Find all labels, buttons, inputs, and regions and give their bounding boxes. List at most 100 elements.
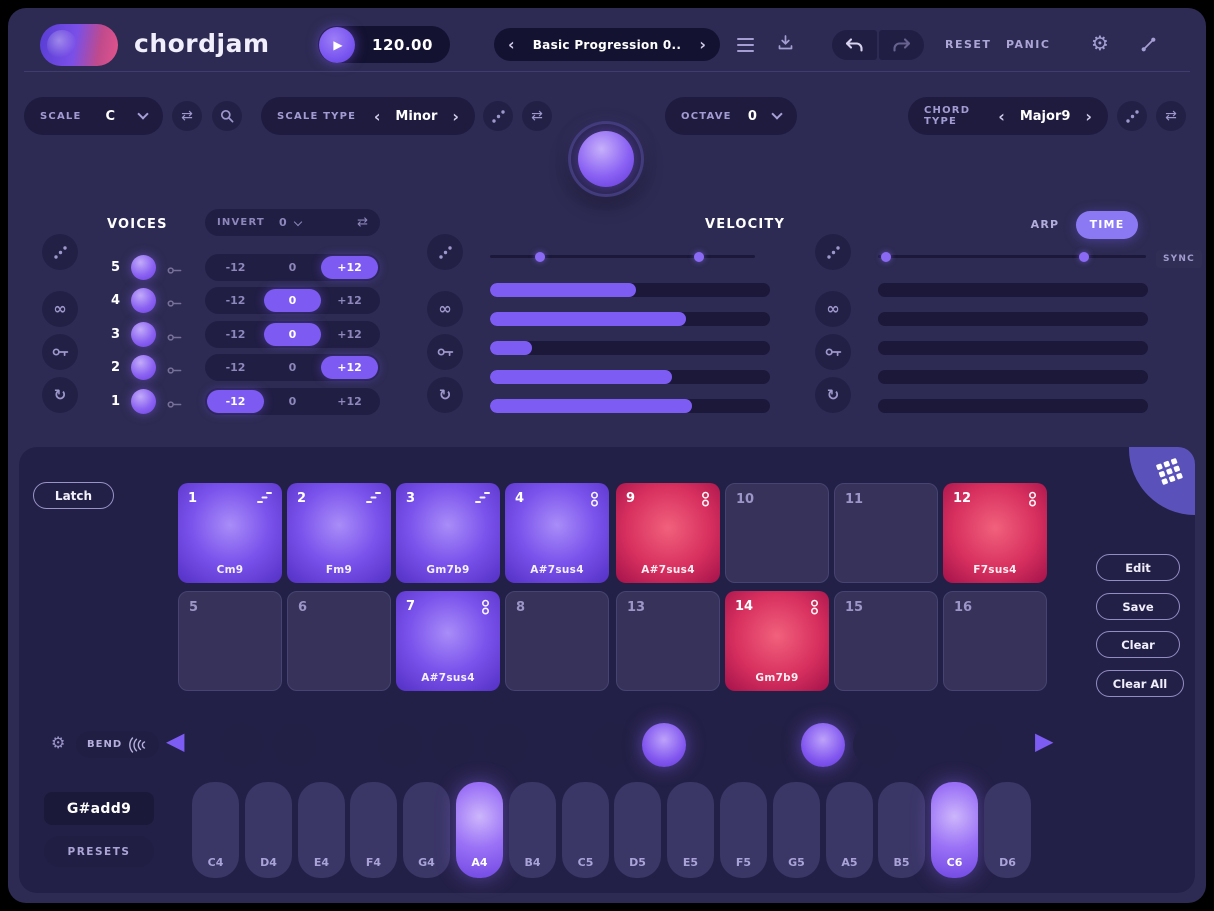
- pad-16[interactable]: 16: [943, 591, 1047, 691]
- pad-13[interactable]: 13: [616, 591, 720, 691]
- white-key[interactable]: D4: [245, 782, 292, 878]
- key-link-icon[interactable]: [167, 395, 182, 414]
- transpose-option[interactable]: 0: [264, 256, 321, 279]
- white-key[interactable]: C6: [931, 782, 978, 878]
- scale-type-selector[interactable]: SCALE TYPE ‹ Minor ›: [261, 97, 475, 135]
- time-key-lock-button[interactable]: [815, 334, 851, 370]
- transpose-option[interactable]: -12: [207, 323, 264, 346]
- range-handle[interactable]: [1079, 252, 1089, 262]
- velocity-randomize-button[interactable]: [427, 234, 463, 270]
- latch-button[interactable]: Latch: [33, 482, 114, 509]
- pad-12[interactable]: 12 F7sus4: [943, 483, 1047, 583]
- transpose-option[interactable]: -12: [207, 256, 264, 279]
- transpose-option[interactable]: 0: [264, 323, 321, 346]
- pad-4[interactable]: 4 A#7sus4: [505, 483, 609, 583]
- pad-8[interactable]: 8: [505, 591, 609, 691]
- velocity-range-slider[interactable]: [490, 255, 755, 258]
- time-reset-button[interactable]: ↻: [815, 377, 851, 413]
- black-key[interactable]: [590, 723, 634, 767]
- time-bar[interactable]: [878, 341, 1148, 355]
- white-key[interactable]: D6: [984, 782, 1031, 878]
- range-handle[interactable]: [881, 252, 891, 262]
- voice-toggle[interactable]: [131, 355, 156, 380]
- pad-1[interactable]: 1 Cm9: [178, 483, 282, 583]
- white-key[interactable]: G4: [403, 782, 450, 878]
- velocity-bar[interactable]: [490, 370, 770, 384]
- white-key[interactable]: D5: [614, 782, 661, 878]
- white-key[interactable]: E5: [667, 782, 714, 878]
- white-key[interactable]: G5: [773, 782, 820, 878]
- invert-control[interactable]: INVERT 0 ⇄: [205, 209, 380, 236]
- white-key[interactable]: A5: [826, 782, 873, 878]
- scale-selector[interactable]: SCALE C: [24, 97, 163, 135]
- black-key[interactable]: [642, 723, 686, 767]
- pad-14[interactable]: 14 Gm7b9: [725, 591, 829, 691]
- chord-type-selector[interactable]: CHORD TYPE ‹ Major9 ›: [908, 97, 1108, 135]
- download-icon[interactable]: [777, 34, 794, 55]
- velocity-bar[interactable]: [490, 312, 770, 326]
- key-link-icon[interactable]: [167, 294, 182, 313]
- chevron-right-icon[interactable]: ›: [699, 35, 706, 54]
- redo-button[interactable]: [879, 30, 924, 60]
- transpose-option[interactable]: +12: [321, 289, 378, 312]
- gear-icon[interactable]: ⚙: [1091, 33, 1109, 53]
- voice-toggle[interactable]: [131, 322, 156, 347]
- save-button[interactable]: Save: [1096, 593, 1180, 620]
- time-randomize-button[interactable]: [815, 234, 851, 270]
- range-handle[interactable]: [694, 252, 704, 262]
- velocity-key-lock-button[interactable]: [427, 334, 463, 370]
- transpose-option[interactable]: 0: [264, 356, 321, 379]
- transpose-option[interactable]: 0: [264, 390, 321, 413]
- black-key[interactable]: [431, 723, 475, 767]
- tab-time[interactable]: TIME: [1076, 211, 1138, 239]
- pad-3[interactable]: 3 Gm7b9: [396, 483, 500, 583]
- black-key[interactable]: [801, 723, 845, 767]
- velocity-infinity-button[interactable]: ∞: [427, 291, 463, 327]
- scale-search-button[interactable]: [212, 101, 242, 131]
- menu-icon[interactable]: [737, 38, 754, 52]
- white-key[interactable]: C4: [192, 782, 239, 878]
- transpose-option[interactable]: -12: [207, 356, 264, 379]
- black-key[interactable]: [959, 723, 1003, 767]
- pad-2[interactable]: 2 Fm9: [287, 483, 391, 583]
- pad-9[interactable]: 9 A#7sus4: [616, 483, 720, 583]
- chevron-left-icon[interactable]: ‹: [508, 35, 515, 54]
- chord-type-shuffle-button[interactable]: ⇄: [1156, 101, 1186, 131]
- sync-toggle[interactable]: SYNC: [1156, 250, 1202, 268]
- edit-button[interactable]: Edit: [1096, 554, 1180, 581]
- panic-button[interactable]: PANIC: [1006, 38, 1050, 51]
- white-key[interactable]: B4: [509, 782, 556, 878]
- black-key[interactable]: [748, 723, 792, 767]
- black-key[interactable]: [853, 723, 897, 767]
- time-bar[interactable]: [878, 312, 1148, 326]
- pad-6[interactable]: 6: [287, 591, 391, 691]
- white-key[interactable]: F4: [350, 782, 397, 878]
- voice-toggle[interactable]: [131, 255, 156, 280]
- scale-shuffle-button[interactable]: ⇄: [172, 101, 202, 131]
- chevron-right-icon[interactable]: ›: [452, 107, 459, 126]
- randomize-all-icon[interactable]: [1140, 36, 1157, 57]
- octave-left-arrow[interactable]: ◀: [166, 729, 184, 753]
- time-bar[interactable]: [878, 399, 1148, 413]
- octave-right-arrow[interactable]: ▶: [1035, 729, 1053, 753]
- pad-10[interactable]: 10: [725, 483, 829, 583]
- pad-5[interactable]: 5: [178, 591, 282, 691]
- transpose-option[interactable]: +12: [321, 323, 378, 346]
- keyboard-gear-icon[interactable]: ⚙: [51, 735, 65, 751]
- bend-button[interactable]: BEND: [76, 731, 159, 758]
- reset-button[interactable]: RESET: [945, 38, 991, 51]
- black-key[interactable]: [484, 723, 528, 767]
- time-infinity-button[interactable]: ∞: [815, 291, 851, 327]
- clear-button[interactable]: Clear: [1096, 631, 1180, 658]
- transpose-option[interactable]: +12: [321, 390, 378, 413]
- shuffle-icon[interactable]: ⇄: [357, 216, 368, 229]
- chevron-right-icon[interactable]: ›: [1085, 107, 1092, 126]
- velocity-reset-button[interactable]: ↻: [427, 377, 463, 413]
- pad-7[interactable]: 7 A#7sus4: [396, 591, 500, 691]
- preset-selector[interactable]: ‹ Basic Progression 0.. ›: [494, 28, 720, 61]
- time-range-slider[interactable]: [878, 255, 1146, 258]
- key-link-icon[interactable]: [167, 261, 182, 280]
- white-key[interactable]: A4: [456, 782, 503, 878]
- octave-selector[interactable]: OCTAVE 0: [665, 97, 797, 135]
- transpose-option[interactable]: -12: [207, 289, 264, 312]
